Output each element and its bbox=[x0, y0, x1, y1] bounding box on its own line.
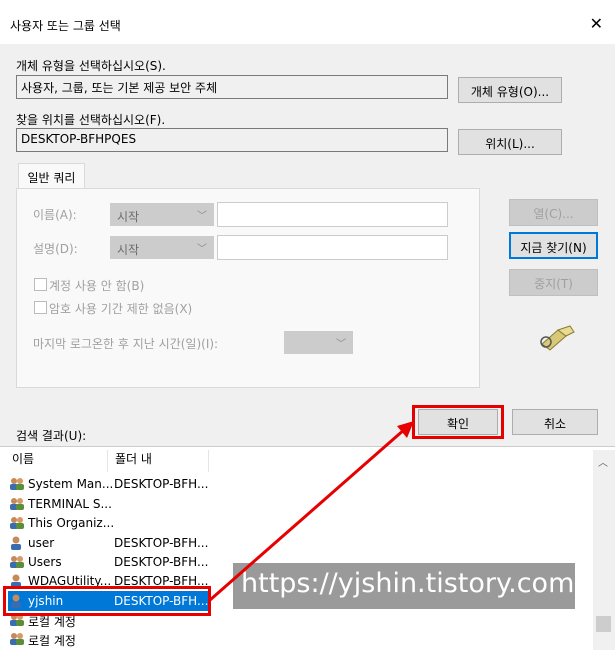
row-folder: DESKTOP-BFH... bbox=[114, 477, 209, 491]
group-icon bbox=[8, 554, 26, 570]
description-input bbox=[217, 235, 448, 260]
description-match-combo: 시작 ﹀ bbox=[110, 236, 214, 259]
search-flashlight-icon bbox=[540, 325, 575, 351]
column-divider[interactable] bbox=[107, 450, 108, 472]
chevron-down-icon: ﹀ bbox=[336, 339, 346, 350]
title-bar: 사용자 또는 그룹 선택 ✕ bbox=[0, 0, 615, 44]
tab-common-queries[interactable]: 일반 쿼리 bbox=[18, 163, 85, 189]
name-label: 이름(A): bbox=[33, 208, 77, 222]
table-row[interactable]: user DESKTOP-BFH... bbox=[8, 533, 208, 553]
chevron-up-icon[interactable]: ︿ bbox=[598, 454, 608, 469]
row-name: 로컬 계정 bbox=[28, 634, 76, 648]
object-types-button[interactable]: 개체 유형(O)... bbox=[458, 77, 562, 103]
columns-button[interactable]: 열(C)... bbox=[509, 199, 598, 226]
chevron-down-icon: ﹀ bbox=[197, 244, 207, 255]
row-name: TERMINAL S... bbox=[28, 497, 112, 511]
results-scrollbar[interactable]: ︿ bbox=[593, 450, 615, 650]
group-icon bbox=[8, 476, 26, 492]
row-name: This Organiz... bbox=[28, 516, 115, 530]
group-icon bbox=[8, 496, 26, 512]
last-logon-label: 마지막 로그온한 후 지난 시간(일)(I): bbox=[33, 337, 219, 351]
stop-button[interactable]: 중지(T) bbox=[509, 269, 598, 296]
object-type-label: 개체 유형을 선택하십시오(S). bbox=[16, 59, 166, 73]
last-logon-combo: ﹀ bbox=[284, 331, 353, 354]
row-folder: DESKTOP-BFH... bbox=[114, 536, 209, 550]
watermark-text: https://yjshin.tistory.com bbox=[233, 563, 575, 609]
object-type-field: 사용자, 그룹, 또는 기본 제공 보안 주체 bbox=[16, 75, 448, 99]
location-label: 찾을 위치를 선택하십시오(F). bbox=[16, 113, 166, 127]
description-match-value: 시작 bbox=[117, 243, 140, 257]
disabled-accounts-label: 계정 사용 안 함(B) bbox=[49, 279, 145, 293]
disabled-accounts-checkbox bbox=[34, 278, 47, 291]
table-row[interactable]: System Man... DESKTOP-BFH... bbox=[8, 474, 208, 494]
name-match-value: 시작 bbox=[117, 210, 140, 224]
results-label: 검색 결과(U): bbox=[16, 429, 87, 443]
column-header-name[interactable]: 이름 bbox=[12, 450, 34, 467]
table-row[interactable]: TERMINAL S... bbox=[8, 494, 208, 514]
description-label: 설명(D): bbox=[33, 242, 78, 256]
row-name: Users bbox=[28, 555, 62, 569]
close-icon[interactable]: ✕ bbox=[590, 14, 603, 33]
non-expiring-password-label: 암호 사용 기간 제한 없음(X) bbox=[49, 302, 193, 316]
row-name: user bbox=[28, 536, 55, 550]
non-expiring-password-checkbox bbox=[34, 301, 47, 314]
locations-button[interactable]: 위치(L)... bbox=[458, 129, 562, 155]
location-field: DESKTOP-BFHPQES bbox=[16, 128, 448, 152]
user-icon bbox=[8, 535, 26, 551]
cancel-button[interactable]: 취소 bbox=[512, 409, 598, 435]
dialog-title: 사용자 또는 그룹 선택 bbox=[10, 19, 121, 33]
scrollbar-thumb[interactable] bbox=[596, 616, 611, 632]
group-icon bbox=[8, 631, 26, 647]
name-input bbox=[217, 202, 448, 227]
group-icon bbox=[8, 515, 26, 531]
name-match-combo: 시작 ﹀ bbox=[110, 203, 214, 226]
table-row[interactable]: This Organiz... bbox=[8, 513, 208, 533]
annotation-highlight-ok bbox=[412, 405, 504, 439]
table-row[interactable]: 로컬 계정 bbox=[8, 629, 208, 649]
row-folder: DESKTOP-BFH... bbox=[114, 555, 209, 569]
select-users-dialog: 사용자 또는 그룹 선택 ✕ 개체 유형을 선택하십시오(S). 사용자, 그룹… bbox=[0, 0, 615, 650]
chevron-down-icon: ﹀ bbox=[197, 211, 207, 222]
table-row[interactable]: Users DESKTOP-BFH... bbox=[8, 552, 208, 572]
annotation-highlight-yjshin bbox=[3, 586, 211, 616]
find-now-button[interactable]: 지금 찾기(N) bbox=[509, 232, 598, 259]
column-header-folder[interactable]: 폴더 내 bbox=[115, 450, 152, 467]
row-name: System Man... bbox=[28, 477, 114, 491]
column-divider[interactable] bbox=[208, 450, 209, 472]
